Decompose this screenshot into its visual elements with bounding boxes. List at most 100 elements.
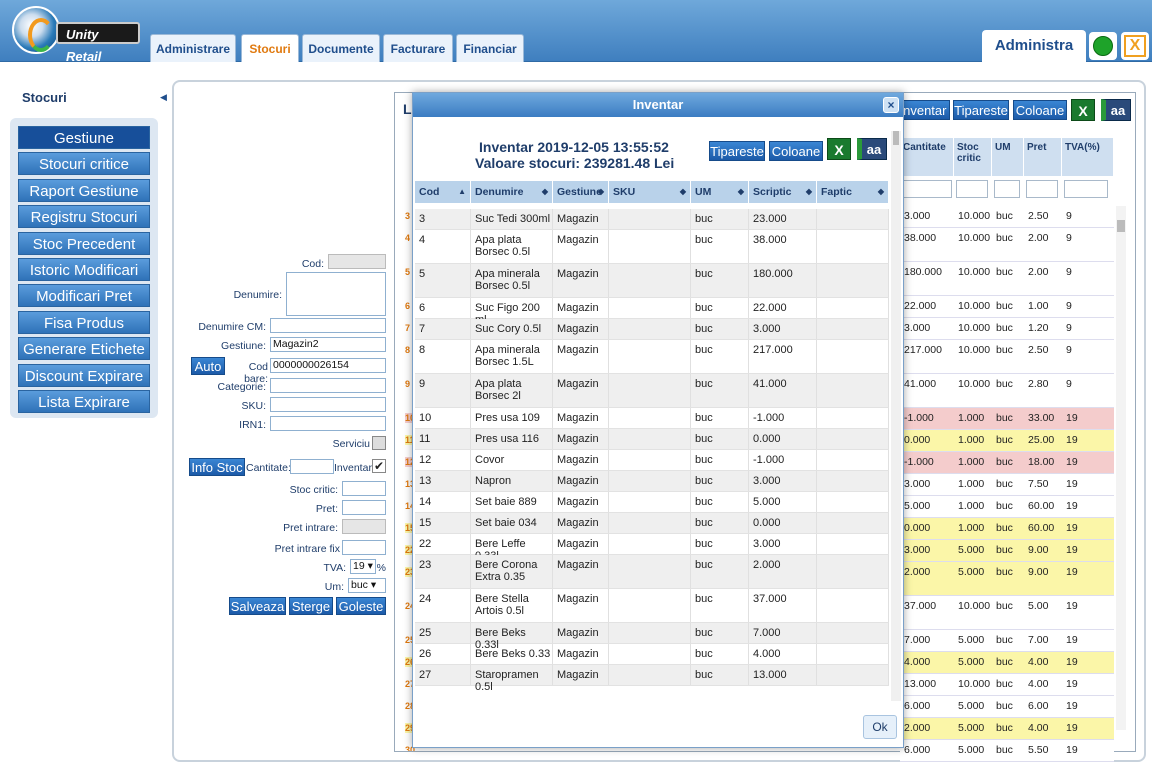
list-font-size-icon[interactable]: aa (1101, 99, 1131, 121)
inventar-row[interactable]: 25 Bere Beks 0.33l Magazin buc 7.000 (415, 623, 889, 651)
inventar-row[interactable]: 13 Napron Magazin buc 3.000 (415, 471, 889, 492)
sidebar-item-registru-stocuri[interactable]: Registru Stocuri (18, 205, 150, 229)
stoc-critic-field[interactable] (342, 481, 386, 496)
list-row[interactable]: 3.000 10.000 buc 1.20 9 (900, 318, 1114, 340)
sort-icon[interactable]: ◆ (878, 181, 884, 203)
column-header-cod[interactable]: Cod ▲ (415, 181, 471, 203)
sort-icon[interactable]: ◆ (738, 181, 744, 203)
sidebar-item-stoc-precedent[interactable]: Stoc Precedent (18, 231, 150, 255)
inventar-row[interactable]: 9 Apa plata Borsec 2l Magazin buc 41.000 (415, 374, 889, 408)
delete-button[interactable]: Sterge (289, 597, 333, 615)
inventar-row[interactable]: 3 Suc Tedi 300ml Magazin buc 23.000 (415, 209, 889, 230)
list-print-button[interactable]: Tipareste (953, 100, 1009, 120)
list-row[interactable]: 41.000 10.000 buc 2.80 9 (900, 374, 1114, 408)
list-header-um[interactable]: UM (992, 138, 1024, 176)
pret-field[interactable] (342, 500, 386, 515)
sidebar-item-stocuri-critice[interactable]: Stocuri critice (18, 152, 150, 176)
column-header-denumire[interactable]: Denumire ◆ (471, 181, 553, 203)
list-inventar-button[interactable]: Inventar (896, 100, 950, 120)
sort-icon[interactable]: ◆ (680, 181, 686, 203)
sidebar-item-generare-etichete[interactable]: Generare Etichete (18, 337, 150, 361)
list-scroll-thumb[interactable] (1117, 220, 1125, 232)
inventar-cell-faptic[interactable] (817, 340, 889, 373)
tab-facturare[interactable]: Facturare (383, 34, 453, 62)
tab-documente[interactable]: Documente (302, 34, 380, 62)
list-filter-input[interactable] (994, 180, 1020, 198)
list-row[interactable]: 2.000 5.000 buc 4.00 19 (900, 718, 1114, 740)
sidebar-item-raport-gestiune[interactable]: Raport Gestiune (18, 178, 150, 202)
dialog-font-size-icon[interactable]: aa (857, 138, 887, 160)
list-header-tva-[interactable]: TVA(%) (1062, 138, 1114, 176)
dialog-columns-button[interactable]: Coloane (769, 141, 823, 161)
list-row[interactable]: 0.000 1.000 buc 25.00 19 (900, 430, 1114, 452)
list-row[interactable]: 6.000 5.000 buc 5.50 19 (900, 740, 1114, 762)
list-filter-input[interactable] (956, 180, 988, 198)
sort-icon[interactable]: ◆ (806, 181, 812, 203)
list-row[interactable]: -1.000 1.000 buc 18.00 19 (900, 452, 1114, 474)
inventar-row[interactable]: 10 Pres usa 109 Magazin buc -1.000 (415, 408, 889, 429)
collapse-sidebar-icon[interactable]: ◀ (160, 92, 167, 103)
inventar-cell-faptic[interactable] (817, 319, 889, 339)
inventar-cell-faptic[interactable] (817, 264, 889, 297)
dialog-scrollbar[interactable] (891, 131, 901, 701)
list-filter-input[interactable] (902, 180, 952, 198)
inventar-cell-faptic[interactable] (817, 589, 889, 622)
list-filter-input[interactable] (1026, 180, 1058, 198)
user-tab[interactable]: Administra (982, 30, 1086, 62)
list-row[interactable]: 3.000 5.000 buc 9.00 19 (900, 540, 1114, 562)
list-row[interactable]: 4.000 5.000 buc 4.00 19 (900, 652, 1114, 674)
tab-financiar[interactable]: Financiar (456, 34, 524, 62)
list-row[interactable]: -1.000 1.000 buc 33.00 19 (900, 408, 1114, 430)
inventar-row[interactable]: 8 Apa minerala Borsec 1.5L Magazin buc 217.0… (415, 340, 889, 374)
list-row[interactable]: 217.000 10.000 buc 2.50 9 (900, 340, 1114, 374)
list-header-cantitate[interactable]: Cantitate (900, 138, 954, 176)
sort-icon[interactable]: ◆ (598, 181, 604, 203)
auto-button[interactable]: Auto (191, 357, 225, 375)
dialog-scroll-thumb[interactable] (893, 131, 899, 145)
inventar-cell-faptic[interactable] (817, 644, 889, 664)
sidebar-item-discount-expirare[interactable]: Discount Expirare (18, 363, 150, 387)
list-excel-icon[interactable]: X (1071, 99, 1095, 121)
inventar-cell-faptic[interactable] (817, 408, 889, 428)
dialog-excel-icon[interactable]: X (827, 138, 851, 160)
inventar-row[interactable]: 27 Staropramen 0.5l Magazin buc 13.000 (415, 665, 889, 693)
column-header-um[interactable]: UM ◆ (691, 181, 749, 203)
list-row[interactable]: 37.000 10.000 buc 5.00 19 (900, 596, 1114, 630)
inventar-cell-faptic[interactable] (817, 230, 889, 263)
inventar-row[interactable]: 26 Bere Beks 0.33 Magazin buc 4.000 (415, 644, 889, 665)
sort-icon[interactable]: ◆ (542, 181, 548, 203)
list-columns-button[interactable]: Coloane (1013, 100, 1067, 120)
sidebar-item-gestiune[interactable]: Gestiune (18, 126, 150, 149)
list-row[interactable]: 7.000 5.000 buc 7.00 19 (900, 630, 1114, 652)
list-row[interactable]: 5.000 1.000 buc 60.00 19 (900, 496, 1114, 518)
list-header-pret[interactable]: Pret (1024, 138, 1062, 176)
sidebar-item-lista-expirare[interactable]: Lista Expirare (18, 390, 150, 413)
sku-field[interactable] (270, 397, 386, 412)
inventar-row[interactable]: 6Suc Figo 200 mlMagazin buc22.000 (415, 298, 889, 326)
ok-button[interactable]: Ok (863, 715, 897, 739)
serviciu-checkbox[interactable] (372, 436, 386, 450)
clear-button[interactable]: Goleste (336, 597, 386, 615)
cod-bare-field[interactable]: 0000000026154 (270, 358, 386, 373)
gestiune-field[interactable]: Magazin2 (270, 337, 386, 352)
inventar-row[interactable]: 14 Set baie 889 Magazin buc 5.000 (415, 492, 889, 513)
inventar-row[interactable]: 5 Apa minerala Borsec 0.5l Magazin buc 180.0… (415, 264, 889, 298)
inventar-cell-faptic[interactable] (817, 623, 889, 643)
denumire-field[interactable] (286, 272, 386, 316)
denumire-cm-field[interactable] (270, 318, 386, 333)
inventar-cell-faptic[interactable] (817, 374, 889, 407)
column-header-sku[interactable]: SKU ◆ (609, 181, 691, 203)
inventar-row[interactable]: 23 Bere Corona Extra 0.35 Magazin buc 2.000 (415, 555, 889, 589)
list-row[interactable]: 0.000 1.000 buc 60.00 19 (900, 518, 1114, 540)
pret-intrare-fix-field[interactable] (342, 540, 386, 555)
dialog-print-button[interactable]: Tipareste (709, 141, 765, 161)
sidebar-item-istoric-modificari[interactable]: Istoric Modificari (18, 258, 150, 281)
column-header-faptic[interactable]: Faptic ◆ (817, 181, 889, 203)
sidebar-item-fisa-produs[interactable]: Fisa Produs (18, 310, 150, 334)
inventar-row[interactable]: 15 Set baie 034 Magazin buc 0.000 (415, 513, 889, 534)
irn-field[interactable] (270, 416, 386, 431)
inventar-row[interactable]: 4 Apa plata Borsec 0.5l Magazin buc 38.000 (415, 230, 889, 264)
categorie-field[interactable] (270, 378, 386, 393)
tva-select[interactable]: 19 ▾ (350, 559, 376, 574)
inventar-cell-faptic[interactable] (817, 429, 889, 449)
